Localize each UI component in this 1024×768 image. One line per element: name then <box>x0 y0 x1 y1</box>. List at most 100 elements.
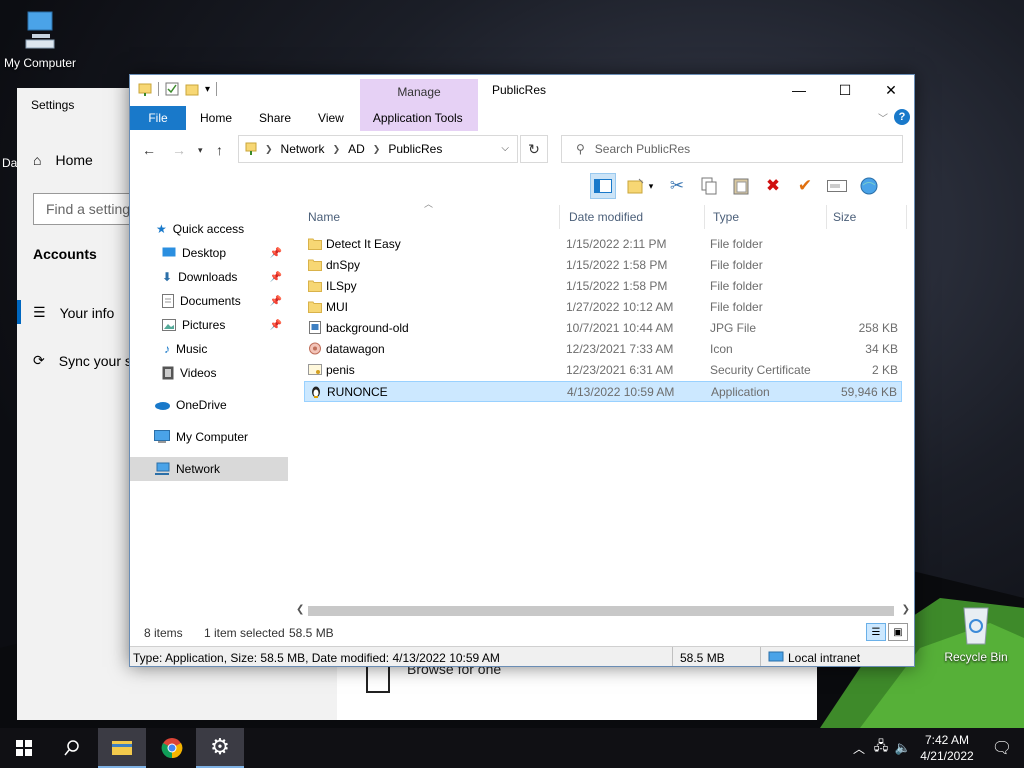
scrollbar-thumb[interactable] <box>308 606 894 616</box>
chevron-right-icon: ❯ <box>332 143 341 154</box>
nav-item-network[interactable]: Network <box>130 457 288 481</box>
pin-icon[interactable]: 📌 <box>270 272 282 283</box>
refresh-button[interactable]: ↻ <box>520 135 548 163</box>
tab-view[interactable]: View <box>304 106 357 130</box>
download-icon: ⬇ <box>162 270 173 284</box>
file-row[interactable]: penis 12/23/2021 6:31 AM Security Certif… <box>304 360 902 381</box>
file-row[interactable]: datawagon 12/23/2021 7:33 AM Icon 34 KB <box>304 339 902 360</box>
tab-file[interactable]: File <box>130 106 186 130</box>
nav-item-label: Quick access <box>172 222 245 236</box>
maximize-button[interactable]: ☐ <box>822 75 868 105</box>
home-icon: ⌂ <box>33 152 42 168</box>
address-bar[interactable]: ❯ Network ❯ AD ❯ PublicRes ⌵ <box>238 135 518 163</box>
new-item-icon[interactable]: ▾ <box>622 173 658 199</box>
settings-home[interactable]: ⌂ Home <box>33 152 93 168</box>
settings-item-sync[interactable]: ⟳ Sync your s <box>33 352 132 369</box>
nav-item-documents[interactable]: Documents 📌 <box>130 289 288 313</box>
nav-item-desktop[interactable]: Desktop 📌 <box>130 241 288 265</box>
volume-icon[interactable]: 🔈 <box>892 740 914 756</box>
column-header-name[interactable]: Name <box>302 205 560 229</box>
search-button[interactable] <box>48 728 96 768</box>
nav-item-label: Desktop <box>182 246 227 260</box>
breadcrumb-ad[interactable]: AD <box>348 142 365 156</box>
delete-icon[interactable]: ✖ <box>760 173 786 199</box>
nav-item-quick-access[interactable]: ★ Quick access <box>130 217 288 241</box>
recent-locations-icon[interactable]: ▾ <box>198 145 203 156</box>
settings-item-your-info[interactable]: ☰ Your info <box>33 304 114 321</box>
settings-item-label: Sync your s <box>58 352 132 369</box>
nav-item-videos[interactable]: Videos <box>130 361 288 385</box>
manage-tab-label[interactable]: Manage <box>360 85 478 99</box>
help-icon[interactable]: ? <box>894 109 910 125</box>
breadcrumb-network[interactable]: Network <box>281 142 325 156</box>
taskbar-chrome[interactable] <box>148 728 196 768</box>
file-row[interactable]: ILSpy 1/15/2022 1:58 PM File folder <box>304 276 902 297</box>
preview-pane-icon[interactable] <box>590 173 616 199</box>
folder-icon <box>308 280 322 292</box>
chevron-up-icon[interactable]: ︿ <box>848 740 870 757</box>
windows-logo-icon <box>16 740 32 756</box>
file-date: 1/15/2022 2:11 PM <box>566 237 667 251</box>
file-row[interactable]: background-old 10/7/2021 10:44 AM JPG Fi… <box>304 318 902 339</box>
horizontal-scrollbar[interactable]: ❮ ❯ <box>294 604 914 618</box>
network-status-icon[interactable]: 🖧 <box>870 737 892 759</box>
breadcrumb-publicres[interactable]: PublicRes <box>388 142 442 156</box>
column-header-type[interactable]: Type <box>707 205 827 229</box>
pin-icon[interactable]: 📌 <box>270 320 282 331</box>
status-bar: 8 items 1 item selected 58.5 MB <box>130 621 914 645</box>
nav-item-downloads[interactable]: ⬇ Downloads 📌 <box>130 265 288 289</box>
taskbar: ⚙ ︿ 🖧 🔈 7:42 AM 4/21/2022 🗨 <box>0 728 1024 768</box>
desktop-edge-label: Da <box>2 156 18 170</box>
taskbar-settings[interactable]: ⚙ <box>196 728 244 768</box>
forward-icon[interactable]: → <box>172 142 186 158</box>
up-icon[interactable]: ↑ <box>216 142 223 158</box>
network-folder-icon[interactable] <box>138 81 152 97</box>
back-icon[interactable]: ← <box>142 142 156 158</box>
check-icon[interactable]: ✔ <box>792 173 818 199</box>
copy-icon[interactable] <box>696 173 722 199</box>
tab-home[interactable]: Home <box>186 106 245 130</box>
tab-share[interactable]: Share <box>245 106 304 130</box>
desktop-icon-recycle-bin[interactable]: Recycle Bin <box>934 602 1018 664</box>
file-type: JPG File <box>710 321 757 335</box>
nav-item-onedrive[interactable]: OneDrive <box>130 393 288 417</box>
pin-icon[interactable]: 📌 <box>270 248 282 259</box>
pin-icon[interactable]: 📌 <box>270 296 282 307</box>
column-header-size[interactable]: Size <box>827 205 907 229</box>
scroll-right-icon[interactable]: ❯ <box>902 604 910 615</box>
network-folder-icon <box>245 142 257 155</box>
address-bar-row: ← → ▾ ↑ ❯ Network ❯ AD ❯ PublicRes ⌵ ↻ ⚲… <box>130 133 914 167</box>
globe-icon[interactable] <box>856 173 882 199</box>
collapse-ribbon-icon[interactable]: ﹀ <box>878 110 888 125</box>
notifications-icon[interactable]: 🗨 <box>980 738 1024 758</box>
nav-item-pictures[interactable]: Pictures 📌 <box>130 313 288 337</box>
search-input[interactable]: ⚲ Search PublicRes <box>561 135 903 163</box>
large-icons-view-icon[interactable]: ▣ <box>888 623 908 641</box>
details-view-icon[interactable]: ☰ <box>866 623 886 641</box>
file-row[interactable]: MUI 1/27/2022 10:12 AM File folder <box>304 297 902 318</box>
clock[interactable]: 7:42 AM 4/21/2022 <box>914 732 980 764</box>
minimize-button[interactable]: — <box>776 75 822 105</box>
chevron-down-icon[interactable]: ⌵ <box>501 143 509 154</box>
new-folder-icon[interactable] <box>185 82 199 96</box>
file-row-selected[interactable]: RUNONCE 4/13/2022 10:59 AM Application 5… <box>304 381 902 402</box>
search-icon: ⚲ <box>576 142 585 156</box>
properties-icon[interactable] <box>165 82 179 96</box>
file-row[interactable]: dnSpy 1/15/2022 1:58 PM File folder <box>304 255 902 276</box>
nav-item-music[interactable]: ♪ Music <box>130 337 288 361</box>
paste-icon[interactable] <box>728 173 754 199</box>
desktop-icon-my-computer[interactable]: My Computer <box>0 10 82 70</box>
cloud-icon <box>155 402 170 410</box>
tab-application-tools[interactable]: Application Tools <box>357 106 476 130</box>
file-row[interactable]: Detect It Easy 1/15/2022 2:11 PM File fo… <box>304 234 902 255</box>
close-button[interactable]: ✕ <box>868 75 914 105</box>
cut-icon[interactable]: ✂ <box>664 173 690 199</box>
file-size: 59,946 KB <box>840 385 897 399</box>
column-header-date[interactable]: Date modified <box>563 205 705 229</box>
start-button[interactable] <box>0 728 48 768</box>
scroll-left-icon[interactable]: ❮ <box>296 604 304 615</box>
taskbar-file-explorer[interactable] <box>98 728 146 768</box>
nav-item-my-computer[interactable]: My Computer <box>130 425 288 449</box>
customize-toolbar-icon[interactable]: ▾ <box>205 84 210 95</box>
rename-icon[interactable] <box>824 173 850 199</box>
